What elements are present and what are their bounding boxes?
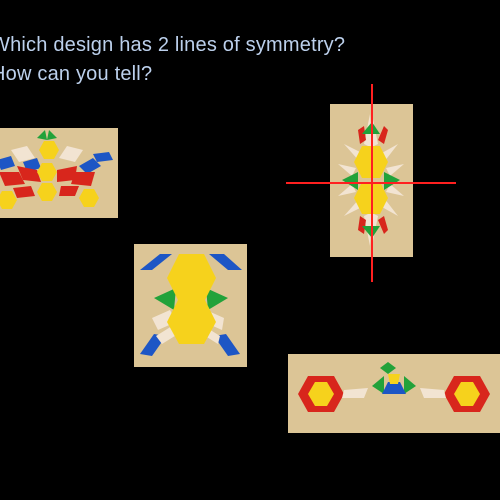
question-line-2: How can you tell?: [0, 63, 153, 85]
design-two-hexagons-photo: [134, 244, 247, 367]
design-wings-photo: [0, 128, 118, 218]
question-line-1: Which design has 2 lines of symmetry?: [0, 34, 346, 56]
design-flowers-photo: [288, 354, 500, 433]
design-vertical-photo: [330, 104, 413, 257]
